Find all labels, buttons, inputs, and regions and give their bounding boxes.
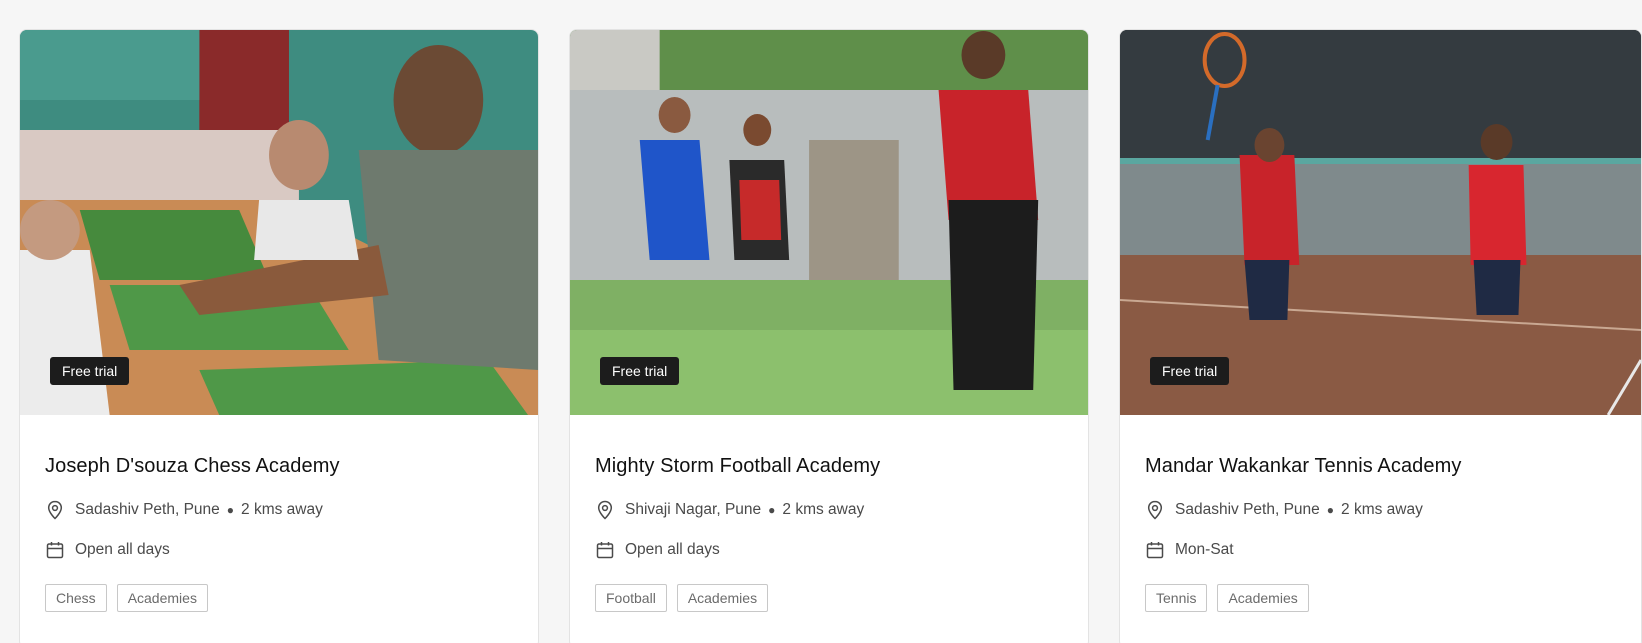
tag-sport[interactable]: Tennis: [1145, 584, 1208, 612]
academy-card[interactable]: Free trial Mandar Wakankar Tennis Academ…: [1119, 29, 1642, 643]
separator-dot: ●: [226, 503, 235, 517]
tag-sport[interactable]: Football: [595, 584, 667, 612]
tag-list: Tennis Academies: [1145, 584, 1616, 612]
academy-title[interactable]: Mighty Storm Football Academy: [595, 454, 1063, 478]
calendar-icon: [1145, 540, 1165, 560]
map-pin-icon: [1145, 500, 1165, 520]
free-trial-badge: Free trial: [1150, 357, 1230, 385]
distance-text: 2 kms away: [782, 501, 865, 518]
free-trial-badge: Free trial: [50, 357, 130, 385]
location-text: Sadashiv Peth, Pune: [1175, 501, 1320, 518]
location-text: Shivaji Nagar, Pune: [625, 501, 762, 518]
distance-text: 2 kms away: [241, 501, 323, 518]
schedule-text: Open all days: [75, 541, 170, 558]
tag-category[interactable]: Academies: [676, 584, 769, 612]
academy-title[interactable]: Mandar Wakankar Tennis Academy: [1145, 454, 1616, 478]
academy-card[interactable]: Free trial Joseph D'souza Chess Academy …: [19, 29, 539, 643]
tag-category[interactable]: Academies: [1217, 584, 1309, 612]
academy-photo[interactable]: Free trial: [20, 30, 538, 415]
free-trial-badge: Free trial: [600, 357, 680, 385]
map-pin-icon: [595, 500, 615, 520]
tag-list: Football Academies: [595, 584, 1063, 612]
academy-photo[interactable]: Free trial: [1120, 30, 1641, 415]
distance-text: 2 kms away: [1341, 501, 1423, 518]
academy-title[interactable]: Joseph D'souza Chess Academy: [45, 454, 513, 478]
schedule-text: Mon-Sat: [1175, 541, 1234, 558]
schedule-text: Open all days: [625, 541, 720, 558]
location-text: Sadashiv Peth, Pune: [75, 501, 220, 518]
separator-dot: ●: [1326, 503, 1335, 517]
tag-list: Chess Academies: [45, 584, 513, 612]
tag-sport[interactable]: Chess: [45, 584, 107, 612]
calendar-icon: [45, 540, 65, 560]
academy-grid: Free trial Joseph D'souza Chess Academy …: [19, 29, 1642, 643]
calendar-icon: [595, 540, 615, 560]
academy-card[interactable]: Free trial Mighty Storm Football Academy…: [569, 29, 1089, 643]
tag-category[interactable]: Academies: [116, 584, 208, 612]
separator-dot: ●: [768, 503, 776, 517]
academy-photo[interactable]: Free trial: [570, 30, 1088, 415]
map-pin-icon: [45, 500, 65, 520]
